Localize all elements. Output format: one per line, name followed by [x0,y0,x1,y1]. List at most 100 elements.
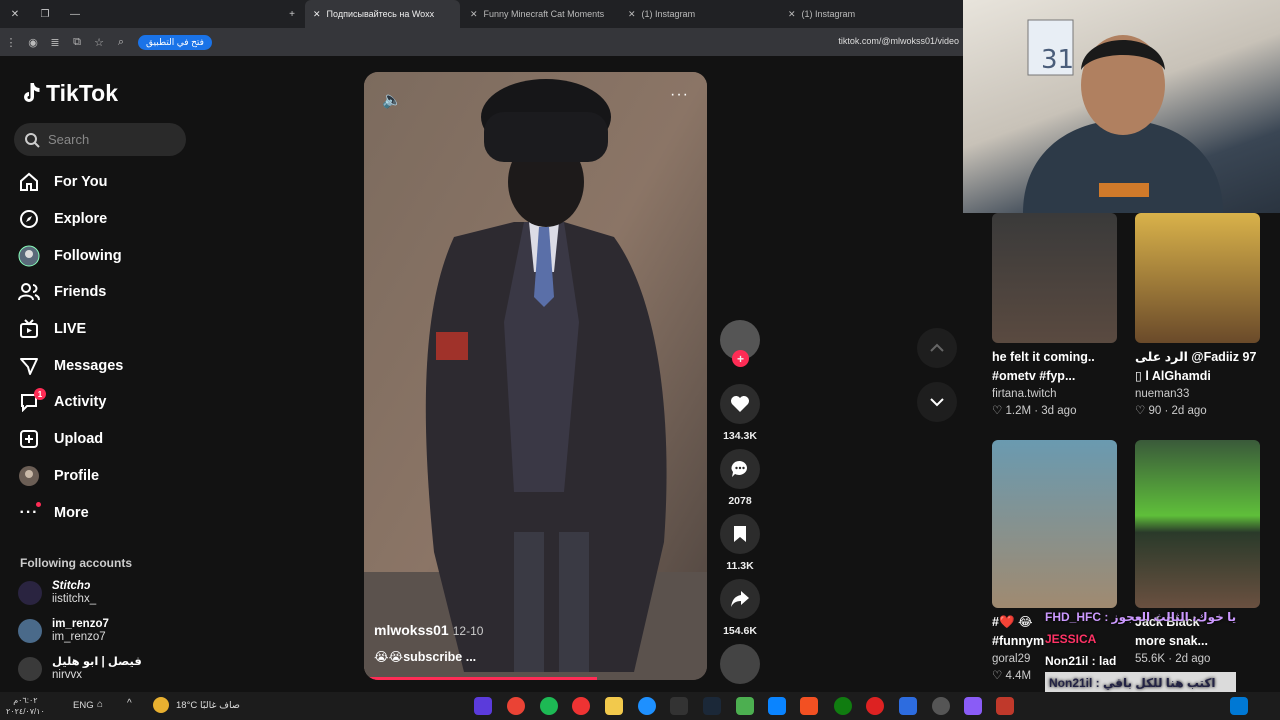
close-tab-icon[interactable]: ✕ [628,9,636,20]
stream-chat-overlay: FHD_HFC : يا خوك، الثالث العجوز JESSICA … [1045,606,1237,694]
obs-icon[interactable] [572,697,590,715]
card-author[interactable]: firtana.twitch [992,386,1117,403]
chevron-up-icon [930,343,944,352]
sidebar-item-friends[interactable]: Friends [18,274,188,311]
bookmark-star-icon[interactable]: ☆ [88,36,110,49]
creator-avatar[interactable]: + [720,320,760,367]
app-icon-3[interactable] [899,697,917,715]
clock-date: ٢٠٢٤/٠٧/١٠ [6,707,45,716]
card-title[interactable]: الرد على @Fadiiz 97 [1135,348,1260,367]
follow-plus-icon[interactable]: + [732,350,749,367]
video-thumbnail[interactable] [992,213,1117,343]
start-menu-icon[interactable] [1230,697,1248,715]
video-thumbnail[interactable] [1135,213,1260,343]
xbox-icon[interactable] [834,697,852,715]
close-window-icon[interactable]: ✕ [0,9,30,20]
open-in-app-button[interactable]: فتح في التطبيق [138,34,212,50]
edge-icon[interactable] [638,697,656,715]
sidebar-item-messages[interactable]: Messages [18,347,188,384]
share-button[interactable]: 154.6K [720,579,760,637]
close-tab-icon[interactable]: ✕ [788,9,796,20]
minecraft-icon[interactable] [736,697,754,715]
settings-gear-icon[interactable] [932,697,950,715]
video-author[interactable]: mlwokss01 12-10 [374,622,483,638]
sidebar-item-for-you[interactable]: For You [18,164,188,201]
video-thumbnail[interactable] [1135,440,1260,608]
terminal-icon[interactable] [670,697,688,715]
sound-disc[interactable] [720,644,760,690]
sidebar-item-profile[interactable]: Profile [18,458,188,495]
sidebar-item-more[interactable]: ··· More [18,494,188,531]
video-progress-bar[interactable] [364,677,598,680]
tab-title: (1) Instagram [801,9,856,19]
close-tab-icon[interactable]: ✕ [470,9,478,20]
clock[interactable]: ٠٦:٠٢م ٢٠٢٤/٠٧/١٠ [6,695,45,717]
chrome-icon[interactable] [507,697,525,715]
video-thumbnail[interactable] [992,440,1117,608]
video-caption[interactable]: 😭😭subscribe ... [374,649,476,664]
feed-card[interactable]: he felt it coming.. #ometv #fyp... firta… [992,213,1117,420]
tab-instagram-2[interactable]: ✕ (1) Instagram [780,0,935,28]
comment-button[interactable]: 2078 [720,449,760,507]
tab-instagram-1[interactable]: ✕ (1) Instagram [620,0,775,28]
account-handle: iistitchx_ [52,593,97,605]
file-explorer-icon[interactable] [605,697,623,715]
extensions-icon[interactable]: ⧉ [66,36,88,49]
tab-minecraft-cat[interactable]: ✕ Funny Minecraft Cat Moments [462,0,617,28]
spotify-icon[interactable] [540,697,558,715]
new-tab-icon[interactable]: + [277,9,307,20]
weather-icon[interactable] [153,697,169,713]
network-icon[interactable]: ⌂ [97,699,103,710]
search-input[interactable]: Search [14,123,186,156]
video-more-icon[interactable]: ··· [670,86,689,104]
menu-dots-icon[interactable]: ⋮ [0,36,22,49]
tiktok-logo[interactable]: TikTok [20,80,118,107]
sidebar-item-activity[interactable]: 1 Activity [18,384,188,421]
volume-icon[interactable]: 🔈 [382,90,402,110]
following-account[interactable]: im_renzo7 im_renzo7 [18,618,188,644]
following-account[interactable]: Stitchↄ iistitchx_ [18,580,188,606]
tiktok-note-icon [24,82,40,102]
tray-chevron-icon[interactable]: ^ [127,698,132,709]
card-tags[interactable]: #ometv #fyp... [992,367,1117,386]
following-account[interactable]: فيصل | ابو هليل nirvvx [18,656,188,682]
chat-input[interactable]: Non21il : اكتب هنا للكل باقي [1045,672,1237,694]
store-icon[interactable] [768,697,786,715]
sidebar-item-label: For You [54,174,108,191]
url-field[interactable]: tiktok.com/@mlwokss01/video [838,36,959,46]
close-tab-icon[interactable]: ✕ [313,9,321,20]
video-player[interactable]: 🔈 ··· mlwokss01 12-10 😭😭subscribe ... [364,72,707,680]
sidebar-item-explore[interactable]: Explore [18,201,188,238]
steam-icon[interactable] [703,697,721,715]
sidebar-item-upload[interactable]: Upload [18,421,188,458]
minimize-window-icon[interactable]: — [60,9,90,20]
weather-desc[interactable]: صاف غالبًا [200,700,240,711]
reading-list-icon[interactable]: ≣ [44,36,66,49]
card-author[interactable]: nueman33 [1135,386,1260,403]
tiktok-page: TikTok Search For You Explore Following … [0,56,963,692]
restore-window-icon[interactable]: ❐ [30,9,60,20]
app-icon-4[interactable] [964,697,982,715]
previous-video-button[interactable] [917,328,957,368]
weather-temp[interactable]: 18°C [176,700,197,711]
zoom-icon[interactable]: ⌕ [110,36,132,49]
chat-message: FHD_HFC : يا خوك، الثالث العجوز [1045,610,1237,624]
next-video-button[interactable] [917,382,957,422]
video-username[interactable]: mlwokss01 [374,622,449,638]
card-tags[interactable]: ▯ l AlGhamdi [1135,367,1260,386]
card-title[interactable]: he felt it coming.. [992,348,1117,367]
app-icon-5[interactable] [996,697,1014,715]
screen: { "browser": { "tabs": [ {"title": "Подп… [0,0,1280,720]
app-icon-1[interactable] [474,697,492,715]
tab-woxx[interactable]: ✕ Подписывайтесь на Woxx [305,0,460,28]
windows-apps-icon[interactable] [800,697,818,715]
language-indicator[interactable]: ENG [73,700,94,711]
sidebar-item-live[interactable]: LIVE [18,311,188,348]
app-icon-2[interactable] [866,697,884,715]
sidebar-item-following[interactable]: Following [18,237,188,274]
feed-card[interactable]: الرد على @Fadiiz 97 ▯ l AlGhamdi nueman3… [1135,213,1260,420]
clock-time: ٠٦:٠٢م [13,696,38,705]
like-button[interactable]: 134.3K [720,384,760,442]
profile-icon[interactable]: ◉ [22,36,44,49]
save-button[interactable]: 11.3K [720,514,760,572]
